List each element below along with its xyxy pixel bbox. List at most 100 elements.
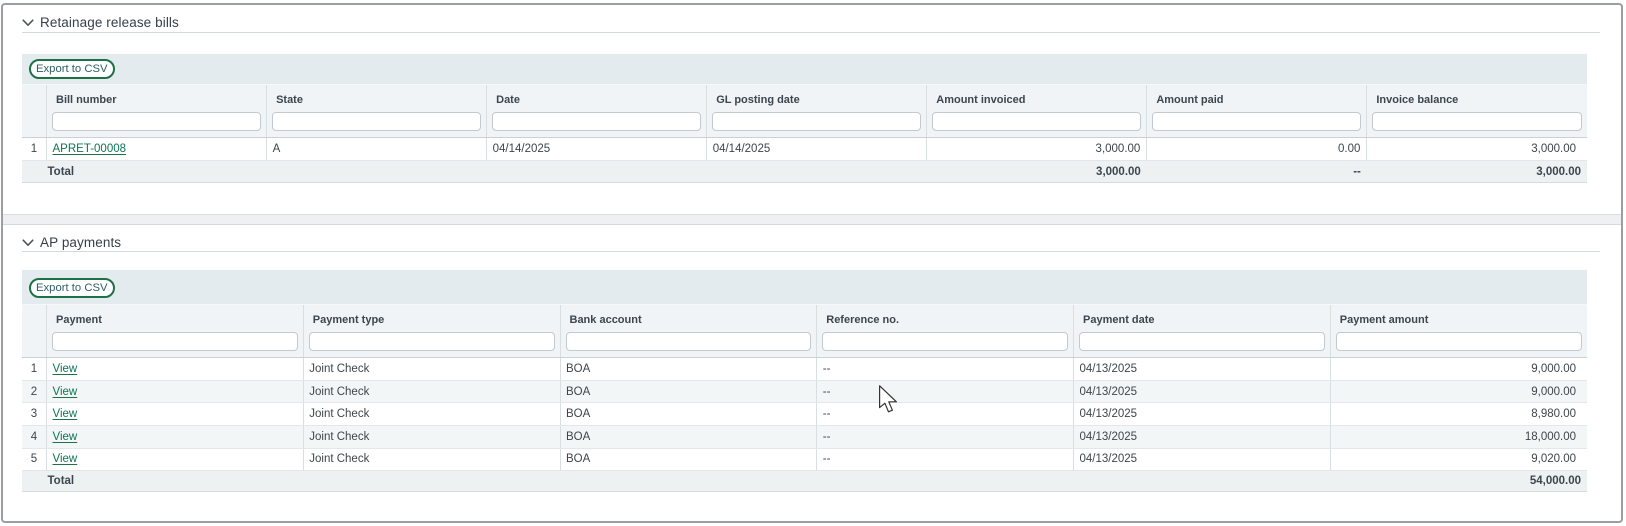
cell-payment-date: 04/13/2025 xyxy=(1074,448,1331,471)
filter-input-invoice-balance[interactable] xyxy=(1372,112,1582,131)
column-header-payment-type[interactable]: Payment type xyxy=(303,305,560,358)
table-row: 2ViewJoint CheckBOA--04/13/20259,000.00 xyxy=(22,380,1587,403)
cell-state: A xyxy=(267,138,487,161)
column-label: Amount invoiced xyxy=(936,93,1137,108)
cell-payment-type: Joint Check xyxy=(303,425,560,448)
cell-payment-date: 04/13/2025 xyxy=(1074,358,1331,381)
column-header-payment-date[interactable]: Payment date xyxy=(1074,305,1331,358)
filter-input-bill-number[interactable] xyxy=(52,112,261,131)
filter-input-date[interactable] xyxy=(492,112,701,131)
column-label: Amount paid xyxy=(1156,93,1357,108)
cell-amount-paid: 0.00 xyxy=(1147,138,1367,161)
total-bank-account xyxy=(560,471,817,491)
column-label: Bill number xyxy=(56,93,257,108)
filter-input-amount-invoiced[interactable] xyxy=(932,112,1141,131)
table-row: 5ViewJoint CheckBOA--04/13/20259,020.00 xyxy=(22,448,1587,471)
cell-payment: View xyxy=(47,448,304,471)
retainage-bills-grid: Bill number StateDateGL posting date Amoun… xyxy=(22,85,1587,182)
table-row: 1ViewJoint CheckBOA--04/13/20259,000.00 xyxy=(22,358,1587,381)
total-label: Total xyxy=(47,471,304,491)
total-row: Total 54,000.00 xyxy=(22,471,1587,491)
ap-payments-panel: Export to CSV Payment Payment type Bank ac… xyxy=(22,270,1587,491)
column-header-bill-number[interactable]: Bill number xyxy=(47,85,267,138)
cell-payment-amount: 9,000.00 xyxy=(1330,358,1587,381)
filter-input-payment-date[interactable] xyxy=(1079,332,1325,351)
filter-input-amount-paid[interactable] xyxy=(1152,112,1361,131)
retainage-bills-panel: Export to CSV Bill number StateDateGL pos… xyxy=(22,54,1587,183)
cell-bank-account: BOA xyxy=(560,425,817,448)
ap-payments-grid: Payment Payment type Bank account Reference… xyxy=(22,305,1587,490)
view-link[interactable]: View xyxy=(53,453,78,465)
row-number: 1 xyxy=(22,358,47,381)
section-divider xyxy=(3,214,1621,225)
section-ap-payments: AP payments Export to CSV PaymentPayment… xyxy=(3,235,1621,491)
column-header-gl-posting-date[interactable]: GL posting date xyxy=(707,85,927,138)
grid-header-row: Bill number StateDateGL posting date Amoun… xyxy=(22,85,1587,138)
cell-payment-type: Joint Check xyxy=(303,448,560,471)
cell-bank-account: BOA xyxy=(560,380,817,403)
grid-toolbar: Export to CSV xyxy=(22,270,1587,305)
row-number-header xyxy=(22,85,47,138)
section-header-ap-payments[interactable]: AP payments xyxy=(22,235,1600,252)
row-number: 1 xyxy=(22,138,47,161)
apret-00008-link[interactable]: APRET-00008 xyxy=(53,143,127,155)
cell-payment-amount: 9,020.00 xyxy=(1330,448,1587,471)
cell-bank-account: BOA xyxy=(560,358,817,381)
column-label: Payment type xyxy=(313,313,551,328)
total-payment-amount: 54,000.00 xyxy=(1330,471,1587,491)
view-link[interactable]: View xyxy=(53,431,78,443)
row-number: 3 xyxy=(22,403,47,426)
export-to-csv-button[interactable]: Export to CSV xyxy=(29,59,115,79)
column-label: Payment xyxy=(56,313,294,328)
section-title: Retainage release bills xyxy=(40,15,179,31)
column-header-payment[interactable]: Payment xyxy=(47,305,304,358)
cell-gl-posting-date: 04/14/2025 xyxy=(707,138,927,161)
filter-input-state[interactable] xyxy=(272,112,481,131)
column-header-date[interactable]: Date xyxy=(487,85,707,138)
row-number: 2 xyxy=(22,380,47,403)
table-row: 4 View Joint CheckBOA--04/13/202518,000.00 xyxy=(22,425,1587,448)
cell-payment-amount: 9,000.00 xyxy=(1330,380,1587,403)
total-row-spacer xyxy=(22,471,47,491)
total-label: Total xyxy=(47,161,267,182)
filter-input-payment-type[interactable] xyxy=(309,332,555,351)
total-reference-no xyxy=(817,471,1074,491)
view-link[interactable]: View xyxy=(53,408,78,420)
cell-reference-no: -- xyxy=(817,358,1074,381)
section-header-retainage[interactable]: Retainage release bills xyxy=(22,15,1600,33)
column-header-amount-invoiced[interactable]: Amount invoiced xyxy=(927,85,1147,138)
column-header-state[interactable]: State xyxy=(267,85,487,138)
filter-input-bank-account[interactable] xyxy=(566,332,812,351)
column-header-bank-account[interactable]: Bank account xyxy=(560,305,817,358)
cell-reference-no: -- xyxy=(817,425,1074,448)
column-header-payment-amount[interactable]: Payment amount xyxy=(1330,305,1587,358)
filter-input-payment[interactable] xyxy=(52,332,298,351)
filter-input-gl-posting-date[interactable] xyxy=(712,112,921,131)
total-amount-paid: -- xyxy=(1147,161,1367,182)
cell-payment: View xyxy=(47,358,304,381)
column-label: Bank account xyxy=(570,313,808,328)
column-header-invoice-balance[interactable]: Invoice balance xyxy=(1367,85,1587,138)
view-link[interactable]: View xyxy=(53,386,78,398)
filter-input-payment-amount[interactable] xyxy=(1336,332,1582,351)
cell-payment-amount: 18,000.00 xyxy=(1330,425,1587,448)
export-to-csv-button[interactable]: Export to CSV xyxy=(29,278,115,298)
table-row: 3ViewJoint CheckBOA--04/13/20258,980.00 xyxy=(22,403,1587,426)
cell-amount-invoiced: 3,000.00 xyxy=(927,138,1147,161)
row-number: 4 xyxy=(22,425,47,448)
filter-input-reference-no[interactable] xyxy=(822,332,1068,351)
total-payment-type xyxy=(303,471,560,491)
column-header-reference-no[interactable]: Reference no. xyxy=(817,305,1074,358)
cell-payment-date: 04/13/2025 xyxy=(1074,425,1331,448)
total-state xyxy=(267,161,487,182)
grid-toolbar: Export to CSV xyxy=(22,54,1587,85)
total-row: Total3,000.00--3,000.00 xyxy=(22,161,1587,182)
view-link[interactable]: View xyxy=(53,363,78,375)
cell-payment-type: Joint Check xyxy=(303,380,560,403)
cell-bill-number: APRET-00008 xyxy=(47,138,267,161)
total-payment-date xyxy=(1074,471,1331,491)
row-number: 5 xyxy=(22,448,47,471)
cell-bank-account: BOA xyxy=(560,448,817,471)
row-number-header xyxy=(22,305,47,358)
column-header-amount-paid[interactable]: Amount paid xyxy=(1147,85,1367,138)
